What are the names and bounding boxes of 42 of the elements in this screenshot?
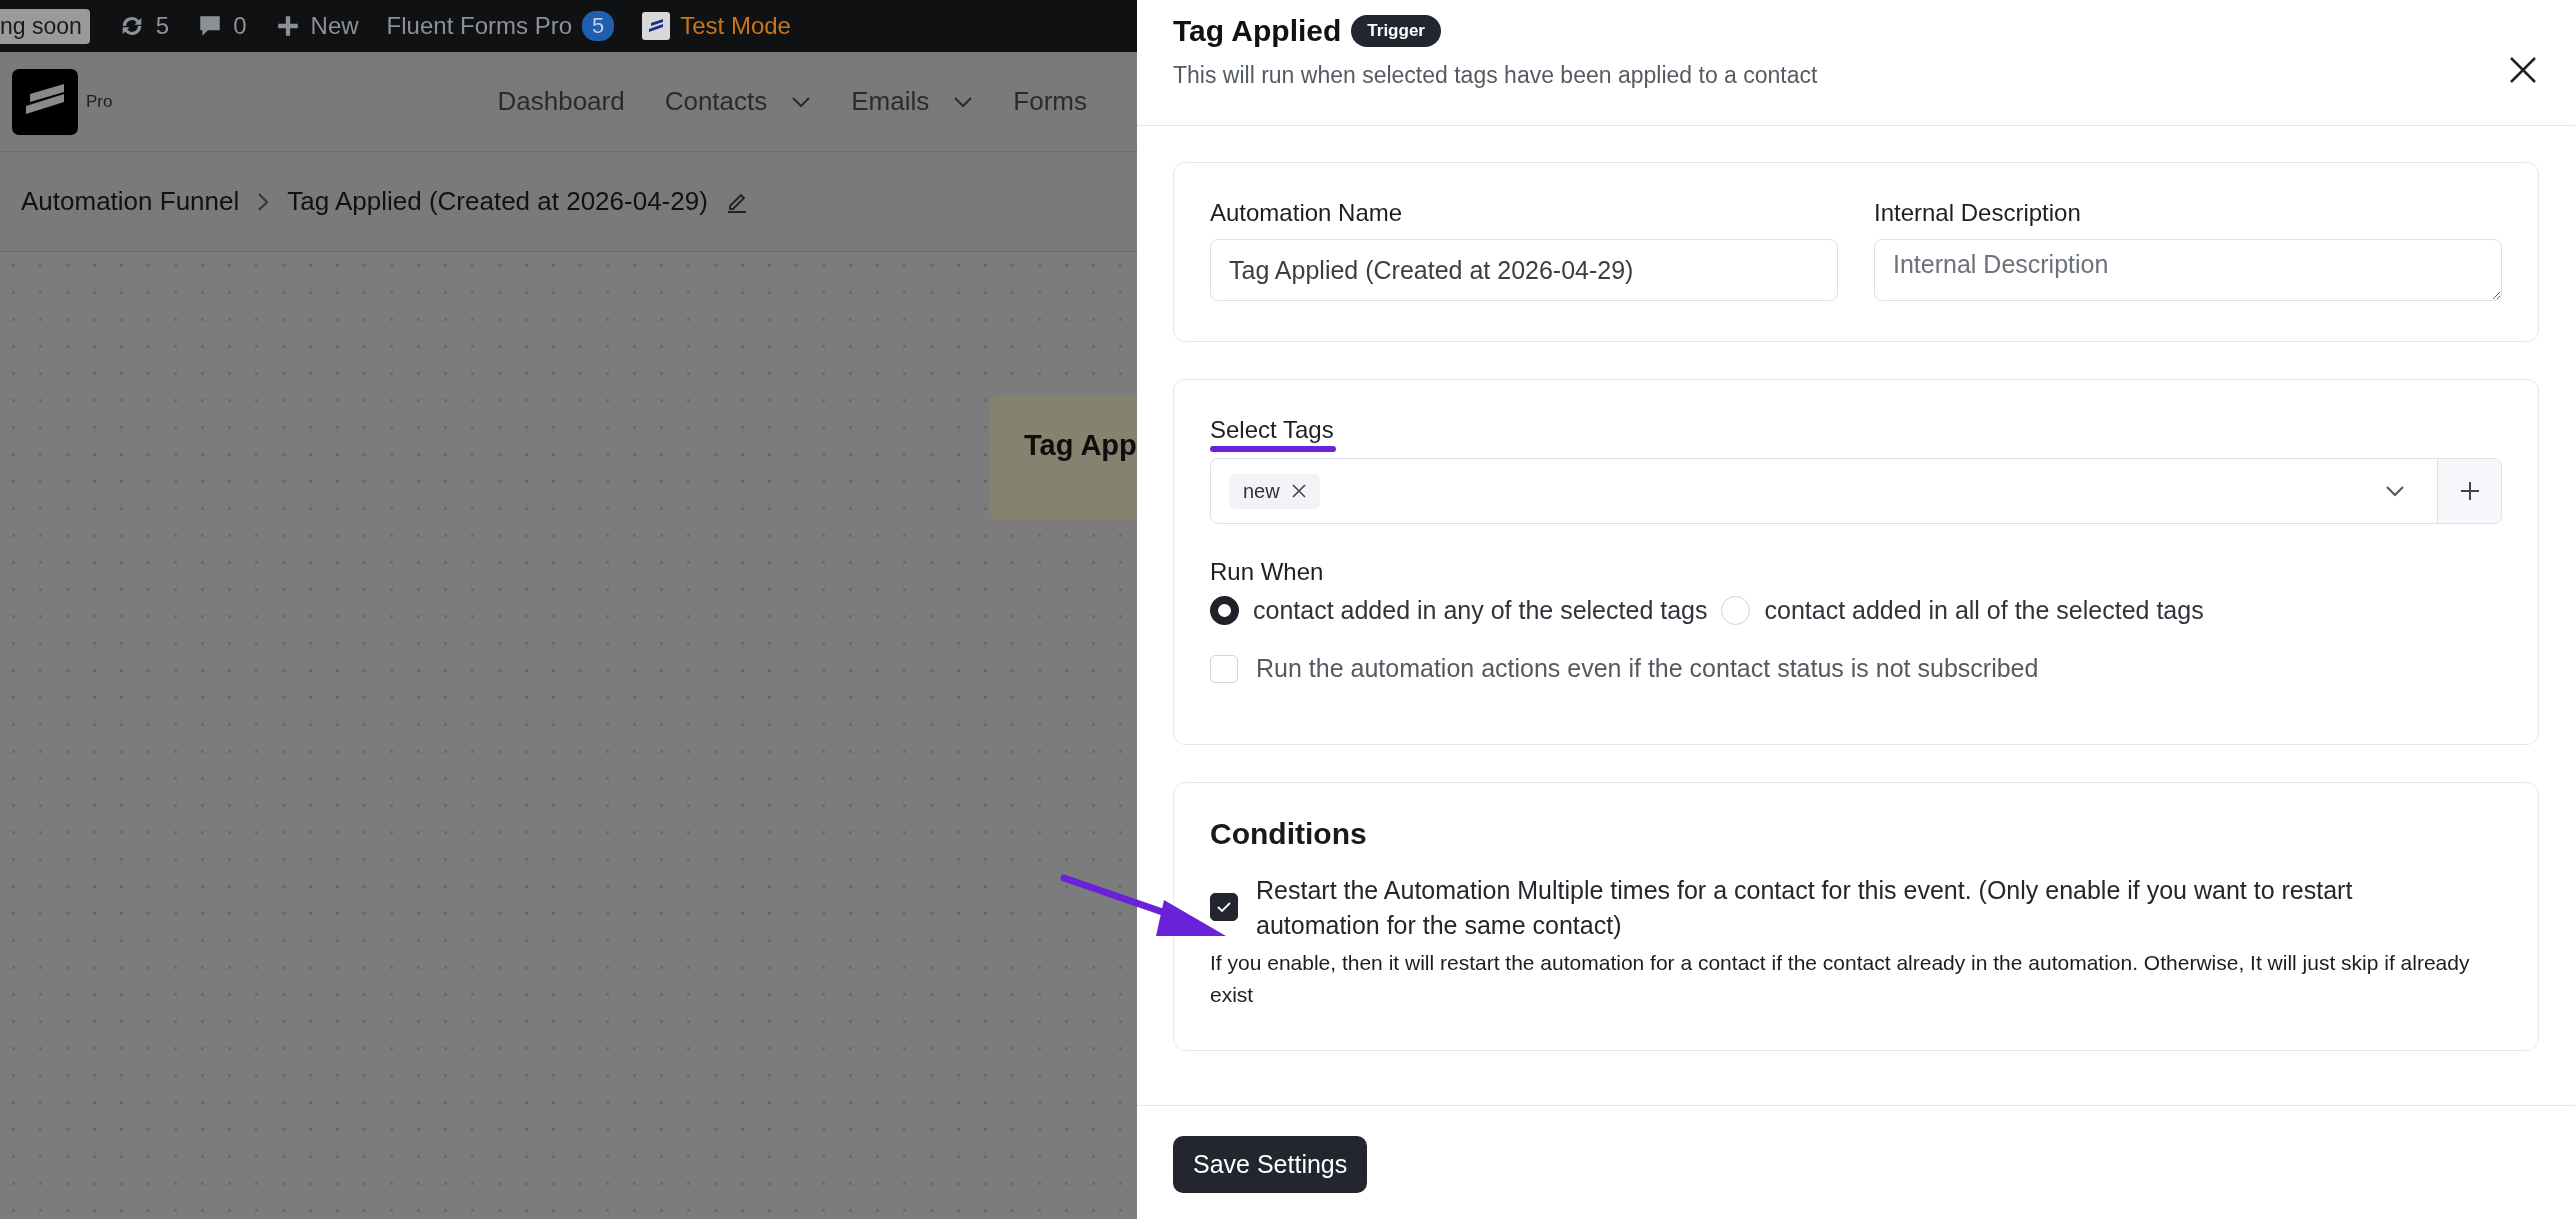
trigger-badge: Trigger bbox=[1351, 15, 1441, 47]
field-label: Automation Name bbox=[1210, 199, 1404, 227]
tag-chip: new bbox=[1229, 473, 1320, 509]
nav-item[interactable]: Contacts bbox=[664, 86, 812, 117]
admin-bar-link[interactable]: New bbox=[310, 12, 359, 40]
app-logo[interactable] bbox=[12, 68, 78, 135]
admin-bar-link[interactable]: 5 bbox=[155, 12, 170, 40]
logo-icon bbox=[642, 12, 671, 40]
input-field[interactable]: Tag Applied (Created at 2026-04-29) bbox=[1210, 239, 1838, 301]
close-icon[interactable] bbox=[1291, 484, 1306, 498]
breadcrumb-item: Tag Applied (Created at 2026-04-29) bbox=[287, 186, 708, 217]
chevron-right-icon bbox=[257, 191, 270, 212]
nav-item[interactable]: Emails bbox=[851, 86, 974, 117]
save-button[interactable]: Save Settings bbox=[1173, 1136, 1368, 1193]
nav-item[interactable]: Dashboard bbox=[497, 86, 625, 117]
section-title: Conditions bbox=[1210, 817, 1368, 851]
checkbox-label: Run the automation actions even if the contact status is not subscribed bbox=[1256, 653, 2039, 684]
chevron-down-icon bbox=[2385, 485, 2405, 497]
admin-bar-label[interactable]: ng soon bbox=[0, 8, 90, 44]
tag-select[interactable]: new bbox=[1210, 458, 2502, 524]
drawer-title: Tag Applied bbox=[1173, 14, 1342, 48]
nav-item[interactable]: Forms bbox=[1013, 86, 1087, 117]
field-label: Select Tags bbox=[1210, 416, 1334, 444]
radio-button[interactable] bbox=[1210, 596, 1239, 625]
logo-label: Pro bbox=[86, 91, 113, 112]
field-label: Run When bbox=[1210, 558, 1325, 586]
admin-bar-link[interactable]: Fluent Forms Pro bbox=[386, 12, 572, 40]
count-badge: 5 bbox=[582, 11, 615, 41]
radio-label: contact added in all of the selected tags bbox=[1764, 596, 2204, 625]
admin-bar-link[interactable]: 0 bbox=[233, 12, 247, 40]
checkbox-label: Restart the Automation Multiple times for a contact for this event. (Only enable if you want to restart automation for the same contact) bbox=[1256, 875, 2354, 941]
admin-bar-link[interactable]: Test Mode bbox=[680, 12, 791, 40]
radio-label: contact added in any of the selected tags bbox=[1253, 596, 1708, 625]
input-field[interactable]: Internal Description bbox=[1874, 239, 2502, 301]
trigger-node[interactable]: Tag App bbox=[990, 395, 1137, 520]
field-label: Internal Description bbox=[1874, 199, 2082, 227]
checkbox[interactable] bbox=[1210, 893, 1238, 921]
check-icon bbox=[1216, 901, 1232, 913]
plus-icon bbox=[2458, 480, 2481, 502]
help-text: If you enable, then it will restart the automation for a contact if the contact already in the automation. Otherwise, It will just skip if already exist bbox=[1210, 950, 2471, 1008]
drawer-subtitle: This will run when selected tags have been applied to a contact bbox=[1173, 62, 1818, 89]
breadcrumb-item[interactable]: Automation Funnel bbox=[21, 186, 240, 217]
